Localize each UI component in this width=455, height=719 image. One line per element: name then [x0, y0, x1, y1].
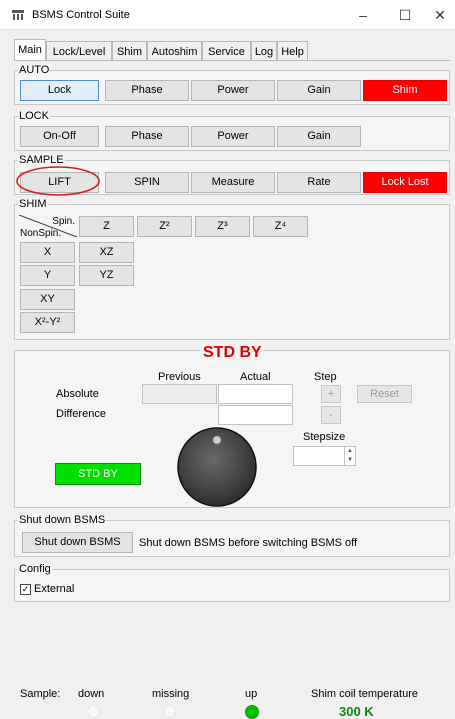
shim-nonspin-label: NonSpin. [20, 228, 62, 239]
shim-z4-button[interactable]: Z⁴ [253, 216, 308, 237]
sample-down-label: down [78, 688, 105, 700]
adjust-knob[interactable] [176, 427, 258, 507]
tab-log[interactable]: Log [251, 41, 277, 61]
auto-lock-button[interactable]: Lock [20, 80, 99, 101]
auto-shim-button[interactable]: Shim [363, 80, 447, 101]
shim-z3-button[interactable]: Z³ [195, 216, 250, 237]
tab-help[interactable]: Help [277, 41, 308, 61]
auto-gain-button[interactable]: Gain [277, 80, 361, 101]
lock-group: LOCK On-Off Phase Power Gain [14, 110, 450, 151]
tab-main[interactable]: Main [14, 39, 46, 61]
lock-phase-button[interactable]: Phase [105, 126, 189, 147]
tab-shim[interactable]: Shim [112, 41, 147, 61]
shim-corner-header: Spin. NonSpin. [19, 215, 77, 239]
stdby-button[interactable]: STD BY [55, 463, 141, 485]
sample-status-label: Sample: [20, 688, 61, 700]
rate-button[interactable]: Rate [277, 172, 361, 193]
actual-label: Actual [240, 371, 271, 383]
stdby-group: STD BY Previous Actual Step Absolute Dif… [14, 344, 450, 508]
shim-x-button[interactable]: X [20, 242, 75, 263]
shim-temp-label: Shim coil temperature [311, 688, 418, 700]
stepsize-label: Stepsize [303, 431, 346, 443]
lock-on-off-button[interactable]: On-Off [20, 126, 99, 147]
shim-xy-button[interactable]: XY [20, 289, 75, 310]
actual-difference-field[interactable] [218, 405, 293, 425]
config-title: Config [18, 563, 52, 575]
shim-group: SHIM Spin. NonSpin. Z Z² Z³ Z⁴ X XZ Y YZ… [14, 198, 450, 340]
auto-group: AUTO Lock Phase Power Gain Shim [14, 64, 450, 105]
close-button[interactable]: ✕ [425, 5, 455, 25]
stepsize-up-icon[interactable]: ▲ [345, 447, 355, 456]
stdby-title: STD BY [201, 344, 264, 362]
spin-button[interactable]: SPIN [105, 172, 189, 193]
step-label: Step [314, 371, 337, 383]
shutdown-group: Shut down BSMS Shut down BSMS Shut down … [14, 514, 450, 557]
reset-button[interactable]: Reset [357, 385, 412, 403]
maximize-button[interactable]: ☐ [390, 5, 420, 25]
lock-power-button[interactable]: Power [191, 126, 275, 147]
auto-title: AUTO [18, 64, 51, 76]
status-bar: Sample: down missing up Shim coil temper… [0, 680, 455, 719]
absolute-label: Absolute [56, 388, 99, 400]
lock-lost-button[interactable]: Lock Lost [363, 172, 447, 193]
shutdown-title: Shut down BSMS [18, 514, 107, 526]
actual-absolute-field[interactable] [218, 384, 293, 404]
lock-title: LOCK [18, 110, 50, 122]
up-indicator [245, 705, 259, 719]
shim-z-button[interactable]: Z [79, 216, 134, 237]
auto-power-button[interactable]: Power [191, 80, 275, 101]
sample-up-label: up [245, 688, 258, 700]
config-group: Config ✓ External [14, 563, 450, 602]
app-icon [12, 10, 24, 20]
previous-absolute-field [142, 384, 217, 404]
knob-indicator-icon [212, 435, 222, 445]
shutdown-note: Shut down BSMS before switching BSMS off [139, 537, 358, 549]
stepsize-spinner[interactable]: ▲ ▼ [293, 446, 356, 466]
window-title: BSMS Control Suite [32, 9, 130, 21]
shim-yz-button[interactable]: YZ [79, 265, 134, 286]
title-bar: BSMS Control Suite – ☐ ✕ [0, 0, 455, 30]
tab-service[interactable]: Service [202, 41, 251, 61]
shim-z2-button[interactable]: Z² [137, 216, 192, 237]
measure-button[interactable]: Measure [191, 172, 275, 193]
down-indicator [87, 705, 100, 718]
lock-gain-button[interactable]: Gain [277, 126, 361, 147]
missing-indicator [163, 705, 176, 718]
auto-phase-button[interactable]: Phase [105, 80, 189, 101]
shim-x2-y2-button[interactable]: X²-Y² [20, 312, 75, 333]
shim-temp-value: 300 K [339, 704, 374, 719]
lift-highlight-ellipse [16, 166, 100, 196]
stepsize-down-icon[interactable]: ▼ [345, 456, 355, 465]
external-checkbox[interactable]: ✓ [20, 584, 31, 595]
difference-label: Difference [56, 408, 106, 420]
shim-title: SHIM [18, 198, 48, 210]
sample-missing-label: missing [152, 688, 190, 700]
stepsize-arrows[interactable]: ▲ ▼ [344, 447, 355, 465]
external-label: External [34, 583, 75, 595]
tab-lock-level[interactable]: Lock/Level [46, 41, 112, 61]
tab-autoshim[interactable]: Autoshim [147, 41, 202, 61]
step-plus-button[interactable]: + [321, 385, 341, 403]
step-minus-button[interactable]: - [321, 406, 341, 424]
tab-divider [14, 60, 450, 61]
previous-label: Previous [158, 371, 201, 383]
shim-xz-button[interactable]: XZ [79, 242, 134, 263]
shutdown-button[interactable]: Shut down BSMS [22, 532, 133, 553]
shim-y-button[interactable]: Y [20, 265, 75, 286]
minimize-button[interactable]: – [348, 5, 378, 25]
